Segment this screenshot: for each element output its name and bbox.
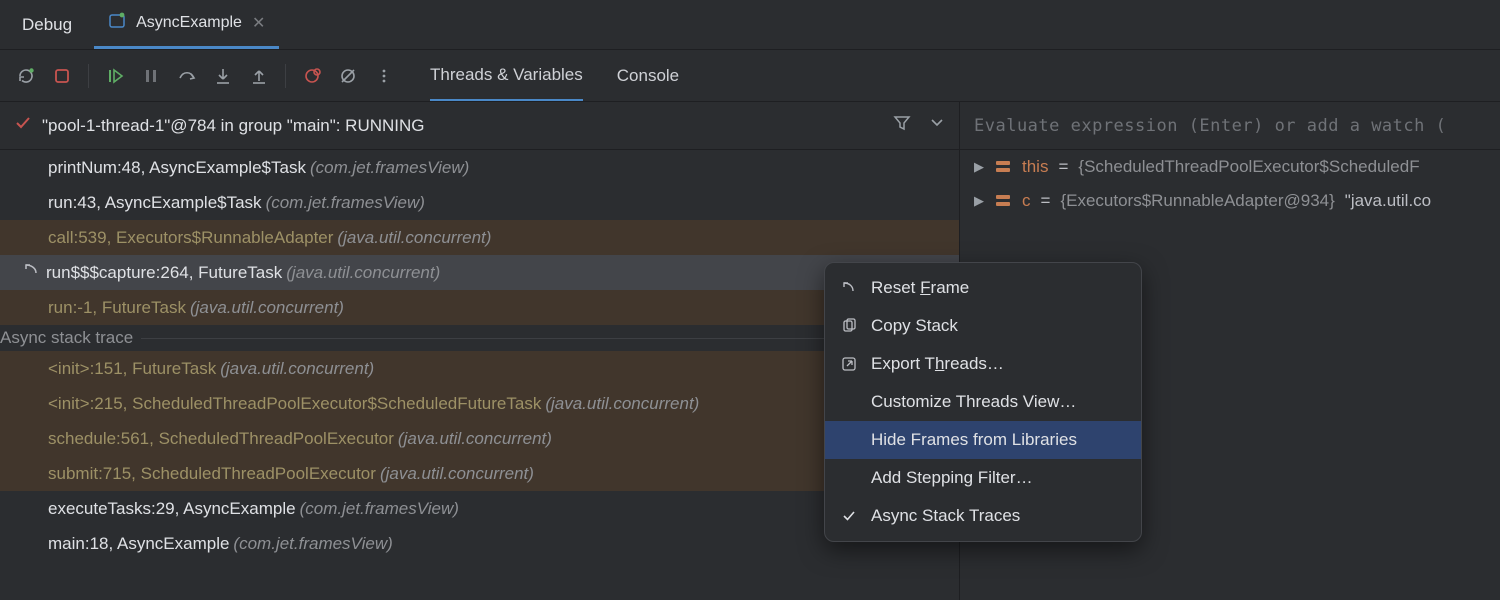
tab-title: AsyncExample bbox=[136, 14, 242, 32]
menu-label: Customize Threads View… bbox=[871, 392, 1076, 412]
tab-threads-variables[interactable]: Threads & Variables bbox=[430, 50, 583, 101]
frame-package: (com.jet.framesView) bbox=[266, 193, 425, 213]
chevron-down-icon[interactable] bbox=[929, 114, 945, 137]
menu-export-threads[interactable]: Export Threads… bbox=[825, 345, 1141, 383]
frame-method: executeTasks:29, AsyncExample bbox=[48, 499, 296, 519]
frames-panel: "pool-1-thread-1"@784 in group "main": R… bbox=[0, 102, 960, 600]
debug-tool-label: Debug bbox=[0, 0, 94, 49]
stack-frame[interactable]: <init>:215, ScheduledThreadPoolExecutor$… bbox=[0, 386, 959, 421]
frame-method: <init>:151, FutureTask bbox=[48, 359, 216, 379]
frame-package: (java.util.concurrent) bbox=[286, 263, 440, 283]
equals: = bbox=[1041, 191, 1051, 211]
var-name: this bbox=[1022, 157, 1048, 177]
more-icon[interactable] bbox=[368, 60, 400, 92]
menu-copy-stack[interactable]: Copy Stack bbox=[825, 307, 1141, 345]
run-config-tab[interactable]: AsyncExample ✕ bbox=[94, 0, 279, 49]
chevron-right-icon[interactable]: ▶ bbox=[974, 159, 984, 175]
variable-row[interactable]: ▶ this = {ScheduledThreadPoolExecutor$Sc… bbox=[960, 150, 1500, 184]
group-label-text: Async stack trace bbox=[0, 328, 141, 348]
menu-add-stepping-filter[interactable]: Add Stepping Filter… bbox=[825, 459, 1141, 497]
step-out-icon[interactable] bbox=[243, 60, 275, 92]
stack-frame[interactable]: printNum:48, AsyncExample$Task (com.jet.… bbox=[0, 150, 959, 185]
frame-method: <init>:215, ScheduledThreadPoolExecutor$… bbox=[48, 394, 541, 414]
rerun-icon[interactable] bbox=[10, 60, 42, 92]
frame-package: (com.jet.framesView) bbox=[310, 158, 469, 178]
frame-method: call:539, Executors$RunnableAdapter bbox=[48, 228, 333, 248]
step-over-icon[interactable] bbox=[171, 60, 203, 92]
menu-hide-frames-from-libraries[interactable]: Hide Frames from Libraries bbox=[825, 421, 1141, 459]
frame-method: schedule:561, ScheduledThreadPoolExecuto… bbox=[48, 429, 394, 449]
frame-package: (com.jet.framesView) bbox=[233, 534, 392, 554]
frame-method: main:18, AsyncExample bbox=[48, 534, 229, 554]
stack-frame[interactable]: main:18, AsyncExample (com.jet.framesVie… bbox=[0, 526, 959, 561]
frame-method: run:-1, FutureTask bbox=[48, 298, 186, 318]
stop-icon[interactable] bbox=[46, 60, 78, 92]
frame-method: run:43, AsyncExample$Task bbox=[48, 193, 262, 213]
filter-icon[interactable] bbox=[893, 114, 911, 137]
menu-label: Hide Frames from Libraries bbox=[871, 430, 1077, 450]
menu-label: Add Stepping Filter… bbox=[871, 468, 1033, 488]
content-area: "pool-1-thread-1"@784 in group "main": R… bbox=[0, 102, 1500, 600]
frame-method: printNum:48, AsyncExample$Task bbox=[48, 158, 306, 178]
frame-package: (com.jet.framesView) bbox=[300, 499, 459, 519]
menu-label: Reset Frame bbox=[871, 278, 969, 298]
export-icon bbox=[841, 356, 859, 372]
stack-frame-selected[interactable]: run$$$capture:264, FutureTask (java.util… bbox=[0, 255, 959, 290]
var-value-tail: "java.util.co bbox=[1345, 191, 1431, 211]
copy-icon bbox=[841, 318, 859, 334]
check-icon bbox=[14, 114, 32, 137]
step-into-icon[interactable] bbox=[207, 60, 239, 92]
var-value: {Executors$RunnableAdapter@934} bbox=[1060, 191, 1334, 211]
frame-method: run$$$capture:264, FutureTask bbox=[46, 263, 282, 283]
menu-label: Async Stack Traces bbox=[871, 506, 1020, 526]
stack-frame[interactable]: call:539, Executors$RunnableAdapter (jav… bbox=[0, 220, 959, 255]
frames-context-menu: Reset Frame Copy Stack Export Threads… C… bbox=[824, 262, 1142, 542]
check-icon bbox=[841, 508, 859, 524]
app-icon bbox=[108, 12, 126, 35]
var-name: c bbox=[1022, 191, 1031, 211]
menu-customize-threads-view[interactable]: Customize Threads View… bbox=[825, 383, 1141, 421]
resume-icon[interactable] bbox=[99, 60, 131, 92]
debug-view-tabs: Threads & Variables Console bbox=[430, 50, 679, 101]
field-icon bbox=[994, 192, 1012, 210]
menu-label: Copy Stack bbox=[871, 316, 958, 336]
frames-list: printNum:48, AsyncExample$Task (com.jet.… bbox=[0, 150, 959, 600]
pause-icon[interactable] bbox=[135, 60, 167, 92]
thread-selector[interactable]: "pool-1-thread-1"@784 in group "main": R… bbox=[0, 102, 959, 150]
menu-reset-frame[interactable]: Reset Frame bbox=[825, 269, 1141, 307]
stack-frame[interactable]: schedule:561, ScheduledThreadPoolExecuto… bbox=[0, 421, 959, 456]
stack-frame[interactable]: submit:715, ScheduledThreadPoolExecutor … bbox=[0, 456, 959, 491]
frame-package: (java.util.concurrent) bbox=[190, 298, 344, 318]
stack-frame[interactable]: run:-1, FutureTask (java.util.concurrent… bbox=[0, 290, 959, 325]
reset-frame-icon bbox=[22, 261, 40, 284]
stack-frame[interactable]: run:43, AsyncExample$Task (com.jet.frame… bbox=[0, 185, 959, 220]
mute-breakpoints-icon[interactable] bbox=[332, 60, 364, 92]
top-tab-bar: Debug AsyncExample ✕ bbox=[0, 0, 1500, 50]
chevron-right-icon[interactable]: ▶ bbox=[974, 193, 984, 209]
frame-method: submit:715, ScheduledThreadPoolExecutor bbox=[48, 464, 376, 484]
tab-console[interactable]: Console bbox=[617, 50, 679, 101]
menu-async-stack-traces[interactable]: Async Stack Traces bbox=[825, 497, 1141, 535]
field-icon bbox=[994, 158, 1012, 176]
separator bbox=[285, 64, 286, 88]
frame-package: (java.util.concurrent) bbox=[337, 228, 491, 248]
thread-title: "pool-1-thread-1"@784 in group "main": R… bbox=[42, 116, 883, 136]
frame-package: (java.util.concurrent) bbox=[545, 394, 699, 414]
async-group-label: Async stack trace bbox=[0, 325, 959, 351]
debug-toolbar: Threads & Variables Console bbox=[0, 50, 1500, 102]
frame-package: (java.util.concurrent) bbox=[380, 464, 534, 484]
variable-row[interactable]: ▶ c = {Executors$RunnableAdapter@934} "j… bbox=[960, 184, 1500, 218]
evaluate-expression-input[interactable]: Evaluate expression (Enter) or add a wat… bbox=[960, 102, 1500, 150]
reset-frame-icon bbox=[841, 280, 859, 296]
stack-frame[interactable]: <init>:151, FutureTask (java.util.concur… bbox=[0, 351, 959, 386]
equals: = bbox=[1058, 157, 1068, 177]
stack-frame[interactable]: executeTasks:29, AsyncExample (com.jet.f… bbox=[0, 491, 959, 526]
close-icon[interactable]: ✕ bbox=[252, 13, 265, 33]
menu-label: Export Threads… bbox=[871, 354, 1004, 374]
frame-package: (java.util.concurrent) bbox=[398, 429, 552, 449]
view-breakpoints-icon[interactable] bbox=[296, 60, 328, 92]
separator bbox=[88, 64, 89, 88]
frame-package: (java.util.concurrent) bbox=[220, 359, 374, 379]
var-value: {ScheduledThreadPoolExecutor$ScheduledF bbox=[1078, 157, 1419, 177]
